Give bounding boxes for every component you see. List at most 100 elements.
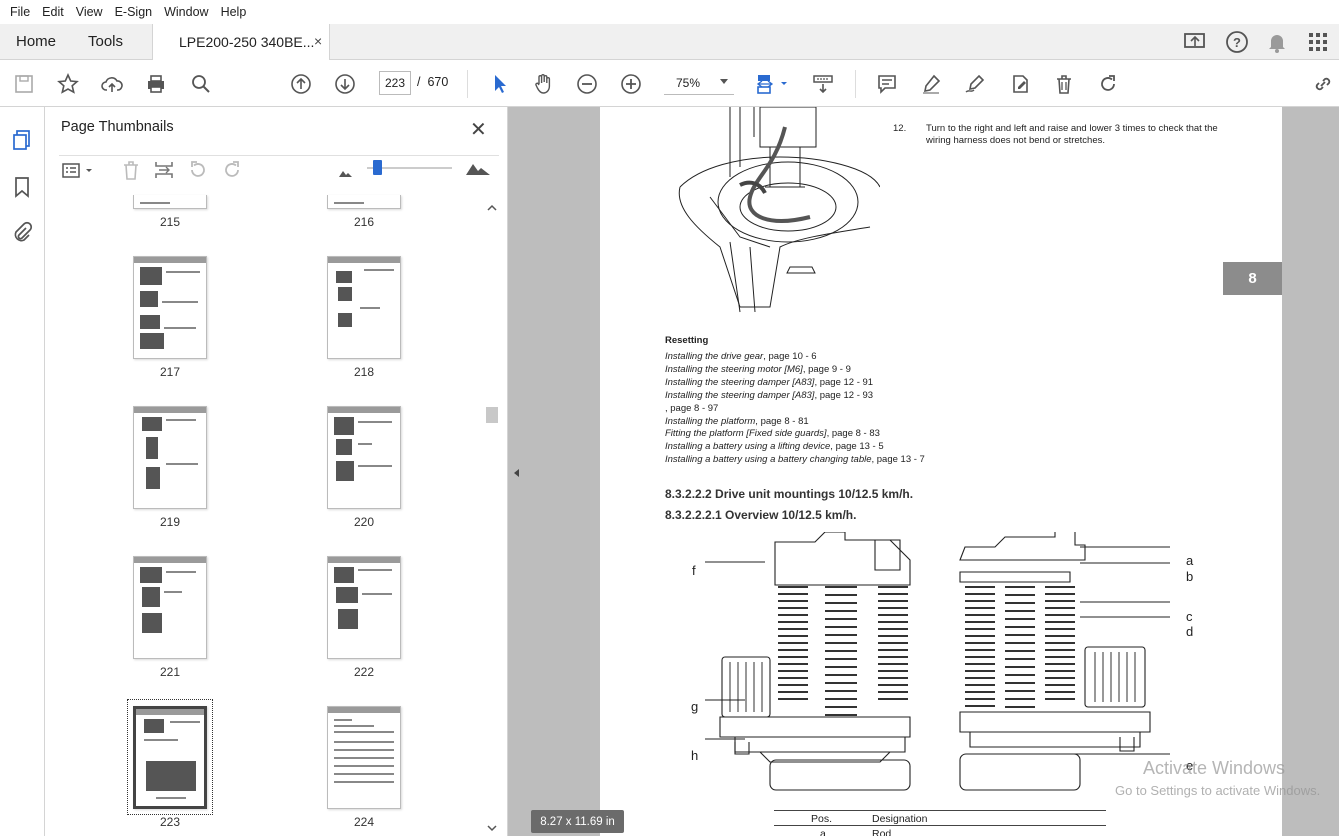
menu-esign[interactable]: E-Sign <box>109 5 159 19</box>
large-thumbnail-icon[interactable] <box>465 160 491 181</box>
tab-document-title: LPE200-250 340BE... <box>179 34 315 50</box>
reference-item[interactable]: Installing a battery using a battery cha… <box>665 454 925 467</box>
resetting-title: Resetting <box>665 335 709 346</box>
thumbnail-page-number: 220 <box>353 515 375 529</box>
page-thumbnails-icon[interactable] <box>11 129 33 151</box>
page-thumbnail[interactable] <box>327 556 401 659</box>
menu-window[interactable]: Window <box>158 5 214 19</box>
tab-close-icon[interactable]: × <box>314 33 322 49</box>
table-cell: a <box>820 828 826 836</box>
step-text: Turn to the right and left and raise and… <box>926 123 1218 146</box>
navigation-pane-strip <box>0 107 45 836</box>
page-thumbnail-selected[interactable] <box>133 706 207 809</box>
windows-watermark: Activate Windows <box>1143 758 1286 778</box>
scrollbar-thumb[interactable] <box>486 407 498 423</box>
page-thumbnail[interactable] <box>327 706 401 809</box>
reference-item[interactable]: Fitting the platform [Fixed side guards]… <box>665 428 925 441</box>
menu-edit[interactable]: Edit <box>36 5 70 19</box>
attachments-paperclip-icon[interactable] <box>11 221 33 243</box>
callout-label: g <box>691 699 699 714</box>
notification-bell-icon[interactable] <box>1267 24 1287 60</box>
edit-export-icon[interactable] <box>1008 72 1032 96</box>
menu-file[interactable]: File <box>4 5 36 19</box>
reference-item[interactable]: Installing the steering motor [M6], page… <box>665 364 925 377</box>
reference-item[interactable]: Installing the drive gear, page 10 - 6 <box>665 351 925 364</box>
page-thumbnail[interactable] <box>327 256 401 359</box>
highlight-pen-icon[interactable] <box>919 72 943 96</box>
pdf-page: 12. Turn to the right and left and raise… <box>600 107 1282 836</box>
zoom-in-icon[interactable] <box>619 72 643 96</box>
page-thumbnail[interactable] <box>133 256 207 359</box>
fit-page-icon[interactable] <box>753 72 791 96</box>
thumbnails-scrollbar[interactable] <box>485 203 498 833</box>
page-thumbnail[interactable] <box>133 556 207 659</box>
rotate-left-icon[interactable] <box>187 159 209 186</box>
delete-trash-icon[interactable] <box>1052 72 1076 96</box>
page-number-input[interactable]: 223 <box>379 71 411 95</box>
page-thumbnail[interactable] <box>133 406 207 509</box>
help-icon[interactable]: ? <box>1225 24 1249 60</box>
menu-help[interactable]: Help <box>215 5 253 19</box>
find-zoom-icon[interactable] <box>189 72 213 96</box>
callout-label: f <box>692 563 696 578</box>
menu-view[interactable]: View <box>70 5 109 19</box>
reference-item[interactable]: Installing a battery using a lifting dev… <box>665 441 925 454</box>
previous-page-icon[interactable] <box>289 72 313 96</box>
sign-pen-icon[interactable] <box>963 72 987 96</box>
thumbnail-page-number: 223 <box>159 815 181 829</box>
svg-text:?: ? <box>1233 35 1241 50</box>
callout-label: b <box>1186 569 1194 584</box>
page-size-indicator: 8.27 x 11.69 in <box>531 810 624 833</box>
steering-assembly-illustration <box>678 107 880 313</box>
small-thumbnail-icon[interactable] <box>338 165 354 183</box>
toolbar-divider <box>855 70 856 98</box>
table-cell: Rod <box>872 828 892 836</box>
slider-knob[interactable] <box>373 160 382 175</box>
delete-pages-icon[interactable] <box>120 159 142 186</box>
tab-tools[interactable]: Tools <box>88 33 123 50</box>
page-thumbnail[interactable] <box>327 195 401 209</box>
page-thumbnail[interactable] <box>133 195 207 209</box>
tab-document[interactable]: LPE200-250 340BE... × <box>152 24 330 60</box>
thumbnail-page-number: 215 <box>159 215 181 229</box>
save-icon[interactable] <box>12 72 36 96</box>
rotate-redo-icon[interactable] <box>1096 72 1120 96</box>
thumbnail-page-number: 224 <box>353 815 375 829</box>
reference-item[interactable]: Installing the steering damper [A83], pa… <box>665 377 925 390</box>
bookmarks-icon[interactable] <box>11 176 33 198</box>
rotate-right-icon[interactable] <box>221 159 243 186</box>
insert-pages-icon[interactable] <box>153 159 175 186</box>
apps-grid-icon[interactable] <box>1307 24 1329 60</box>
zoom-out-icon[interactable] <box>575 72 599 96</box>
thumbnail-page-number: 219 <box>159 515 181 529</box>
page-thumbnails-panel: Page Thumbnails ✕ 215 216 217 218 219 22… <box>45 107 508 836</box>
reference-item[interactable]: Installing the platform, page 8 - 81 <box>665 416 925 429</box>
scroll-mode-icon[interactable] <box>811 72 835 96</box>
callout-label: a <box>1186 553 1194 568</box>
upload-cloud-icon[interactable] <box>100 72 124 96</box>
tab-bar: Home Tools LPE200-250 340BE... × ? <box>0 24 1339 60</box>
comment-icon[interactable] <box>875 72 899 96</box>
callout-label: d <box>1186 624 1194 639</box>
document-viewport[interactable]: 12. Turn to the right and left and raise… <box>508 107 1339 836</box>
bookmark-star-icon[interactable] <box>56 72 80 96</box>
share-screen-icon[interactable] <box>1183 24 1207 60</box>
reference-item[interactable]: , page 8 - 97 <box>665 403 925 416</box>
thumbnail-page-number: 217 <box>159 365 181 379</box>
next-page-icon[interactable] <box>333 72 357 96</box>
zoom-level-value: 75% <box>676 76 701 90</box>
thumbnail-page-number: 218 <box>353 365 375 379</box>
tab-home[interactable]: Home <box>16 33 56 50</box>
zoom-level-select[interactable]: 75% <box>664 71 734 95</box>
reference-item[interactable]: Installing the steering damper [A83], pa… <box>665 390 925 403</box>
collapse-panel-handle[interactable] <box>508 447 526 499</box>
select-cursor-icon[interactable] <box>488 72 512 96</box>
link-icon[interactable] <box>1311 72 1335 96</box>
print-icon[interactable] <box>144 72 168 96</box>
page-thumbnail[interactable] <box>327 406 401 509</box>
column-header: Pos. <box>811 813 833 825</box>
close-panel-icon[interactable]: ✕ <box>470 117 487 142</box>
thumbnail-options-icon[interactable] <box>61 160 95 187</box>
hand-tool-icon[interactable] <box>531 72 555 96</box>
menu-bar: File Edit View E-Sign Window Help <box>0 0 1339 24</box>
